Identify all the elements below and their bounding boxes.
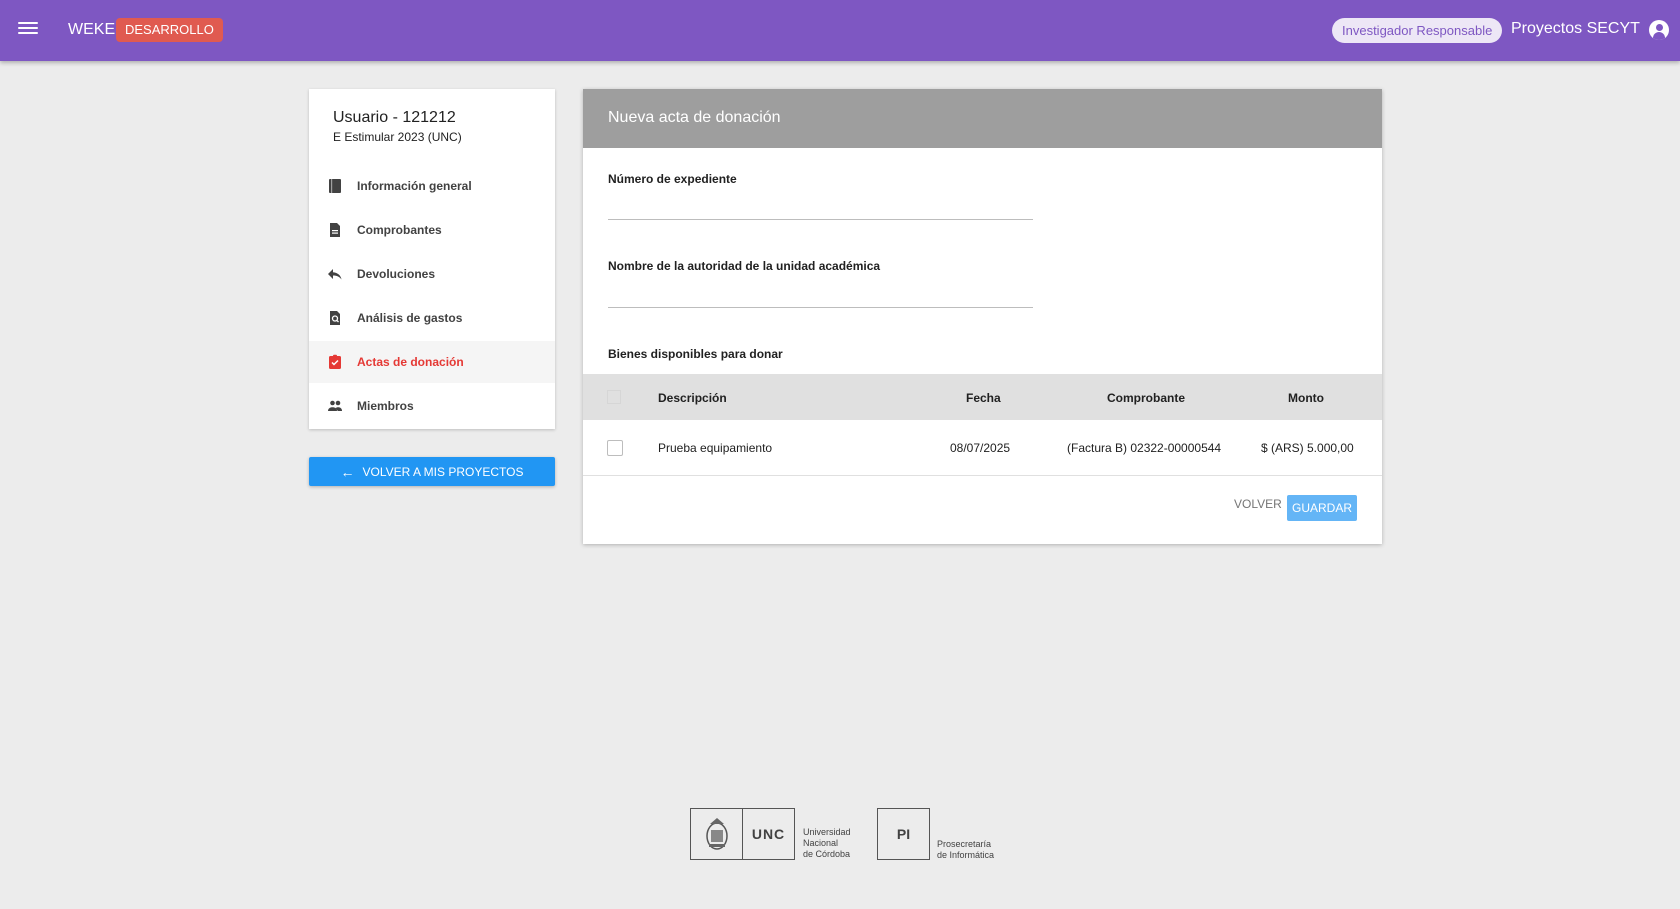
sidebar-item-comprobantes[interactable]: Comprobantes	[309, 209, 555, 251]
book-icon	[329, 179, 341, 193]
sidebar-item-analisis-gastos[interactable]: Análisis de gastos	[309, 297, 555, 339]
pi-name-line: Prosecretaría	[937, 839, 992, 849]
document-icon	[330, 223, 340, 237]
cell-comprobante: (Factura B) 02322-00000544	[1067, 441, 1222, 455]
expediente-label: Número de expediente	[608, 172, 737, 186]
menu-icon[interactable]	[17, 19, 39, 41]
back-to-projects-label: VOLVER A MIS PROYECTOS	[362, 464, 524, 479]
unc-name: Universidad Nacional de Córdoba	[803, 827, 851, 860]
sidebar-item-actas-donacion[interactable]: Actas de donación	[309, 341, 555, 383]
people-icon	[328, 400, 342, 411]
brand-name: WEKE	[68, 21, 116, 38]
column-monto: Monto	[1288, 391, 1324, 405]
cell-fecha: 08/07/2025	[950, 441, 1011, 455]
app-name: Proyectos SECYT	[1511, 20, 1640, 37]
sidebar-item-miembros[interactable]: Miembros	[309, 385, 555, 427]
pi-name: Prosecretaría de Informática	[937, 839, 994, 861]
guardar-button[interactable]: GUARDAR	[1287, 495, 1357, 521]
autoridad-input[interactable]	[608, 284, 1033, 308]
autoridad-label: Nombre de la autoridad de la unidad acad…	[608, 259, 881, 273]
unc-logo: UNC	[690, 808, 795, 860]
form-title: Nueva acta de donación	[608, 109, 781, 126]
donation-form-card: Nueva acta de donación Número de expedie…	[583, 89, 1382, 544]
table-row[interactable]: Prueba equipamiento 08/07/2025 (Factura …	[583, 420, 1382, 476]
sidebar-item-devoluciones[interactable]: Devoluciones	[309, 253, 555, 295]
select-all-checkbox	[607, 390, 621, 404]
unc-name-line: de Córdoba	[803, 849, 851, 859]
unc-abbr: UNC	[751, 826, 786, 842]
reply-icon	[328, 269, 342, 280]
expediente-input[interactable]	[608, 196, 1033, 220]
unc-name-line: Universidad	[803, 827, 851, 837]
sidebar-item-label: Análisis de gastos	[357, 311, 463, 325]
unc-seal-icon	[691, 809, 743, 859]
pi-logo: PI	[877, 808, 930, 860]
table-header: Descripción Fecha Comprobante Monto	[583, 374, 1382, 420]
project-subtitle: E Estimular 2023 (UNC)	[333, 130, 462, 144]
column-comprobante: Comprobante	[1107, 391, 1185, 405]
row-checkbox[interactable]	[607, 440, 623, 456]
sidebar-item-label: Información general	[357, 179, 472, 193]
unc-name-line: Nacional	[803, 838, 839, 848]
sidebar-item-label: Devoluciones	[357, 267, 436, 281]
account-icon[interactable]	[1649, 20, 1669, 40]
find-in-page-icon	[330, 311, 340, 325]
environment-badge: DESARROLLO	[116, 18, 223, 42]
column-descripcion: Descripción	[658, 391, 727, 405]
pi-name-line: de Informática	[937, 850, 995, 860]
volver-button[interactable]: VOLVER	[1234, 497, 1282, 511]
assignment-check-icon	[329, 354, 341, 369]
top-app-bar: WEKE DESARROLLO Investigador Responsable…	[0, 0, 1680, 61]
pi-abbr: PI	[896, 826, 911, 842]
cell-descripcion: Prueba equipamiento	[658, 441, 773, 455]
bienes-label: Bienes disponibles para donar	[608, 347, 783, 361]
role-chip[interactable]: Investigador Responsable	[1332, 18, 1503, 43]
sidebar-item-label: Comprobantes	[357, 223, 442, 237]
column-fecha: Fecha	[966, 391, 1001, 405]
back-to-projects-button[interactable]: ← VOLVER A MIS PROYECTOS	[309, 457, 555, 486]
form-header: Nueva acta de donación	[583, 89, 1382, 148]
project-sidebar: Usuario - 121212 E Estimular 2023 (UNC) …	[309, 89, 555, 429]
project-title: Usuario - 121212	[333, 109, 456, 126]
arrow-left-icon: ←	[340, 463, 355, 480]
sidebar-item-label: Actas de donación	[357, 355, 464, 369]
sidebar-item-informacion-general[interactable]: Información general	[309, 165, 555, 207]
sidebar-item-label: Miembros	[357, 399, 414, 413]
cell-monto: $ (ARS) 5.000,00	[1261, 441, 1354, 455]
